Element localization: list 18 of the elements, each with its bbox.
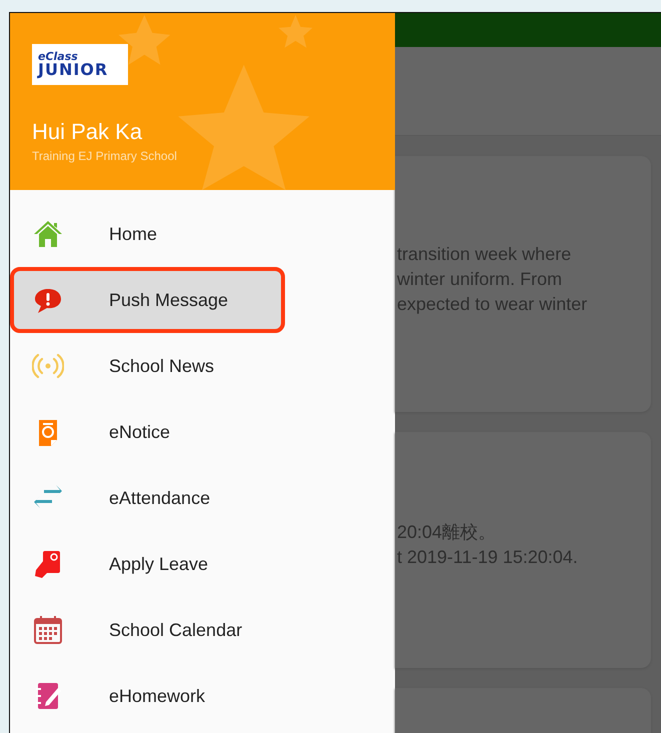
menu-item[interactable]: eHomework	[10, 663, 395, 729]
menu-item[interactable]: School News	[10, 333, 395, 399]
message-text: expected to wear winter	[397, 292, 588, 316]
message-text: transition week where	[397, 242, 572, 266]
message-text: 20:04離校。	[397, 521, 498, 544]
message-text: t 2019-11-19 15:20:04.	[397, 546, 578, 569]
menu-item[interactable]: Home	[10, 201, 395, 267]
menu-item[interactable]: eAttendance	[10, 465, 395, 531]
calendar-icon	[32, 614, 64, 646]
menu-item[interactable]: Apply Leave	[10, 531, 395, 597]
eclass-junior-logo: eClass JUNIOR	[32, 44, 128, 85]
house-icon	[32, 218, 64, 250]
menu-item[interactable]: Push Message	[10, 267, 285, 333]
menu-item[interactable]: eNotice	[10, 399, 395, 465]
school-name: Training EJ Primary School	[32, 149, 178, 163]
menu-item[interactable]: School Calendar	[10, 597, 395, 663]
message-text: winter uniform. From	[397, 268, 564, 290]
user-name: Hui Pak Ka	[32, 119, 144, 145]
